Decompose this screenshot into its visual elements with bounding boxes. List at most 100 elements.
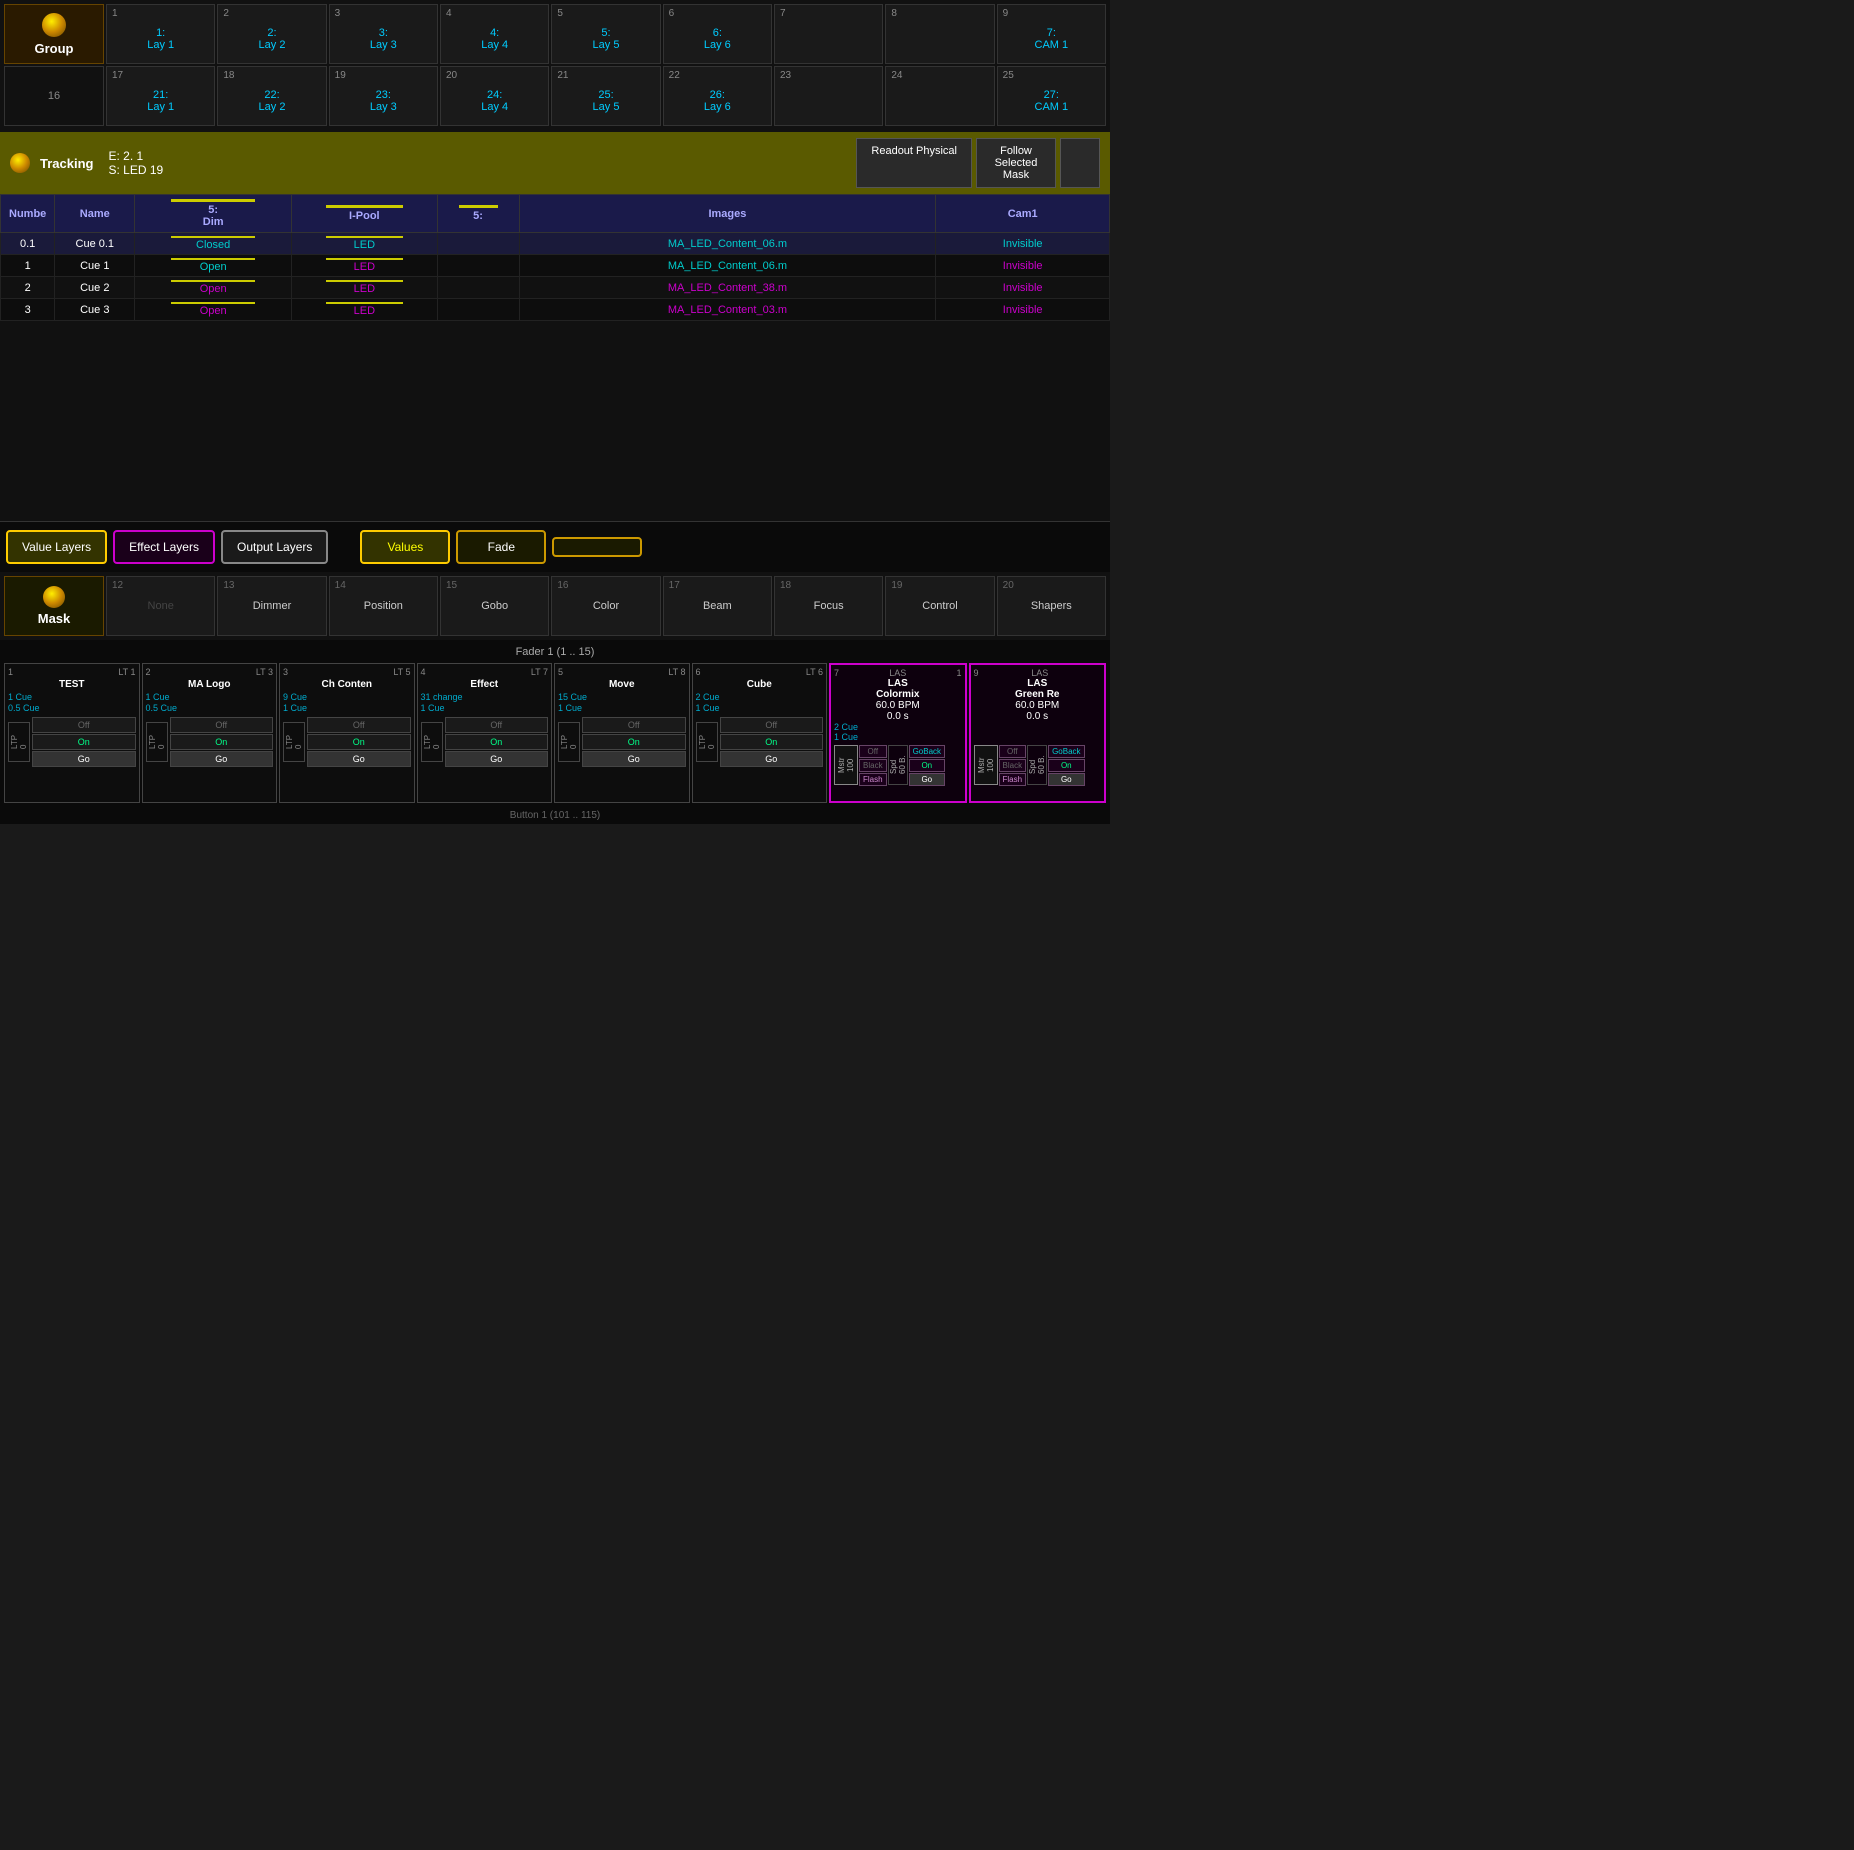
las-greenre-off[interactable]: Off: [999, 745, 1027, 758]
cue-5-3: [437, 299, 519, 321]
group-cell-1[interactable]: 1 1:Lay 1: [106, 4, 215, 64]
ltp-4: LTP0: [421, 722, 443, 762]
las-greenre-bpm: 60.0 BPM: [974, 700, 1102, 711]
las-greenre-goback[interactable]: GoBack: [1048, 745, 1084, 758]
las-colormix-go[interactable]: Go: [909, 773, 945, 786]
group-cell-23[interactable]: 23: [774, 66, 883, 126]
cue-5-01: [437, 233, 519, 255]
effect-layers-btn[interactable]: Effect Layers: [113, 530, 215, 564]
las-colormix-goback[interactable]: GoBack: [909, 745, 945, 758]
readout-physical-btn[interactable]: Readout Physical: [856, 138, 972, 188]
fader-4-off[interactable]: Off: [445, 717, 549, 733]
values-btn[interactable]: Values: [360, 530, 450, 564]
follow-selected-mask-btn[interactable]: FollowSelectedMask: [976, 138, 1056, 188]
mask-label-color: Color: [593, 600, 619, 612]
las-colormix-off[interactable]: Off: [859, 745, 887, 758]
group-cell-24[interactable]: 24: [885, 66, 994, 126]
group-row-2: 16 17 21:Lay 1 18 22:Lay 2 19 23:Lay 3 2…: [4, 66, 1106, 126]
group-cell-20[interactable]: 20 24:Lay 4: [440, 66, 549, 126]
cue-row-01[interactable]: 0.1 Cue 0.1 Closed LED MA_LED_Content_06…: [1, 233, 1110, 255]
las-greenre-spd: Spd60 B.: [1027, 745, 1047, 785]
fader-5-go[interactable]: Go: [582, 751, 686, 767]
group-cell-17[interactable]: 17 21:Lay 1: [106, 66, 215, 126]
extra-toolbar-btn[interactable]: [552, 537, 642, 557]
fader-2-on[interactable]: On: [170, 734, 274, 750]
mask-cell-gobo[interactable]: 15 Gobo: [440, 576, 549, 636]
group-cell-9[interactable]: 9 7:CAM 1: [997, 4, 1106, 64]
las-greenre-black[interactable]: Black: [999, 759, 1027, 772]
fader-2-off[interactable]: Off: [170, 717, 274, 733]
fader-5-on[interactable]: On: [582, 734, 686, 750]
group-cell-18[interactable]: 18 22:Lay 2: [217, 66, 326, 126]
fader-6-go[interactable]: Go: [720, 751, 824, 767]
mask-cell-position[interactable]: 14 Position: [329, 576, 438, 636]
las-greenre-flash[interactable]: Flash: [999, 773, 1027, 786]
mask-cell-control[interactable]: 19 Control: [885, 576, 994, 636]
col-header-5: 5:: [437, 195, 519, 233]
tracking-buttons: Readout Physical FollowSelectedMask: [856, 138, 1100, 188]
cue-row-2[interactable]: 2 Cue 2 Open LED MA_LED_Content_38.m Inv…: [1, 277, 1110, 299]
mask-cell-focus[interactable]: 18 Focus: [774, 576, 883, 636]
group-cell-19[interactable]: 19 23:Lay 3: [329, 66, 438, 126]
group-cell-8[interactable]: 8: [885, 4, 994, 64]
mask-cell-none[interactable]: 12 None: [106, 576, 215, 636]
fade-btn[interactable]: Fade: [456, 530, 546, 564]
fader-5-name: Move: [558, 679, 686, 690]
group-cell-6[interactable]: 6 6:Lay 6: [663, 4, 772, 64]
values-label: Values: [387, 540, 423, 554]
output-layers-btn[interactable]: Output Layers: [221, 530, 328, 564]
group-row2-header: 16: [4, 66, 104, 126]
cue-cam1-3: Invisible: [936, 299, 1110, 321]
fader-3-name: Ch Conten: [283, 679, 411, 690]
fader-5-off[interactable]: Off: [582, 717, 686, 733]
group-cell-2[interactable]: 2 2:Lay 2: [217, 4, 326, 64]
group-cell-22[interactable]: 22 26:Lay 6: [663, 66, 772, 126]
group-cell-4[interactable]: 4 4:Lay 4: [440, 4, 549, 64]
extra-tracking-btn[interactable]: [1060, 138, 1100, 188]
fader-4-go[interactable]: Go: [445, 751, 549, 767]
group-cell-3[interactable]: 3 3:Lay 3: [329, 4, 438, 64]
fader-6-off[interactable]: Off: [720, 717, 824, 733]
fader-4-on[interactable]: On: [445, 734, 549, 750]
tracking-label: Tracking: [40, 156, 93, 171]
cue-dim-1: Open: [135, 255, 292, 277]
fader-3-go[interactable]: Go: [307, 751, 411, 767]
ltp-6: LTP0: [696, 722, 718, 762]
fader-6-on[interactable]: On: [720, 734, 824, 750]
group-cell-21[interactable]: 21 25:Lay 5: [551, 66, 660, 126]
las-colormix-name: LASColormix: [834, 678, 962, 700]
group-cell-7[interactable]: 7: [774, 4, 883, 64]
fader-2: 2 LT 3 MA Logo 1 Cue 0.5 Cue LTP0 Off On…: [142, 663, 278, 803]
mask-cell-shapers[interactable]: 20 Shapers: [997, 576, 1106, 636]
mask-header: Mask: [4, 576, 104, 636]
fader-3-on[interactable]: On: [307, 734, 411, 750]
group-cell-5[interactable]: 5 5:Lay 5: [551, 4, 660, 64]
group-label: Group: [35, 41, 74, 56]
las-colormix-black[interactable]: Black: [859, 759, 887, 772]
las-greenre-on[interactable]: On: [1048, 759, 1084, 772]
fader-5: 5 LT 8 Move 15 Cue 1 Cue LTP0 Off On Go: [554, 663, 690, 803]
cue-cam1-2: Invisible: [936, 277, 1110, 299]
fader-2-go[interactable]: Go: [170, 751, 274, 767]
bottom-toolbar: Value Layers Effect Layers Output Layers…: [0, 521, 1110, 572]
fader-1-on[interactable]: On: [32, 734, 136, 750]
fader-3-off[interactable]: Off: [307, 717, 411, 733]
cue-name-01: Cue 0.1: [55, 233, 135, 255]
mask-cell-color[interactable]: 16 Color: [551, 576, 660, 636]
cue-row-1[interactable]: 1 Cue 1 Open LED MA_LED_Content_06.m Inv…: [1, 255, 1110, 277]
fader-3: 3 LT 5 Ch Conten 9 Cue 1 Cue LTP0 Off On…: [279, 663, 415, 803]
cue-row-3[interactable]: 3 Cue 3 Open LED MA_LED_Content_03.m Inv…: [1, 299, 1110, 321]
cue-5-2: [437, 277, 519, 299]
group-cell-25[interactable]: 25 27:CAM 1: [997, 66, 1106, 126]
las-colormix-flash[interactable]: Flash: [859, 773, 887, 786]
mask-cell-dimmer[interactable]: 13 Dimmer: [217, 576, 326, 636]
value-layers-btn[interactable]: Value Layers: [6, 530, 107, 564]
las-greenre-time: 0.0 s: [974, 711, 1102, 722]
cue-table: Numbe Name 5:Dim I-Pool 5: Images Cam1: [0, 194, 1110, 321]
las-colormix-on[interactable]: On: [909, 759, 945, 772]
mask-cell-beam[interactable]: 17 Beam: [663, 576, 772, 636]
cue-num-01: 0.1: [1, 233, 55, 255]
las-greenre-go[interactable]: Go: [1048, 773, 1084, 786]
fader-1-go[interactable]: Go: [32, 751, 136, 767]
fader-1-off[interactable]: Off: [32, 717, 136, 733]
